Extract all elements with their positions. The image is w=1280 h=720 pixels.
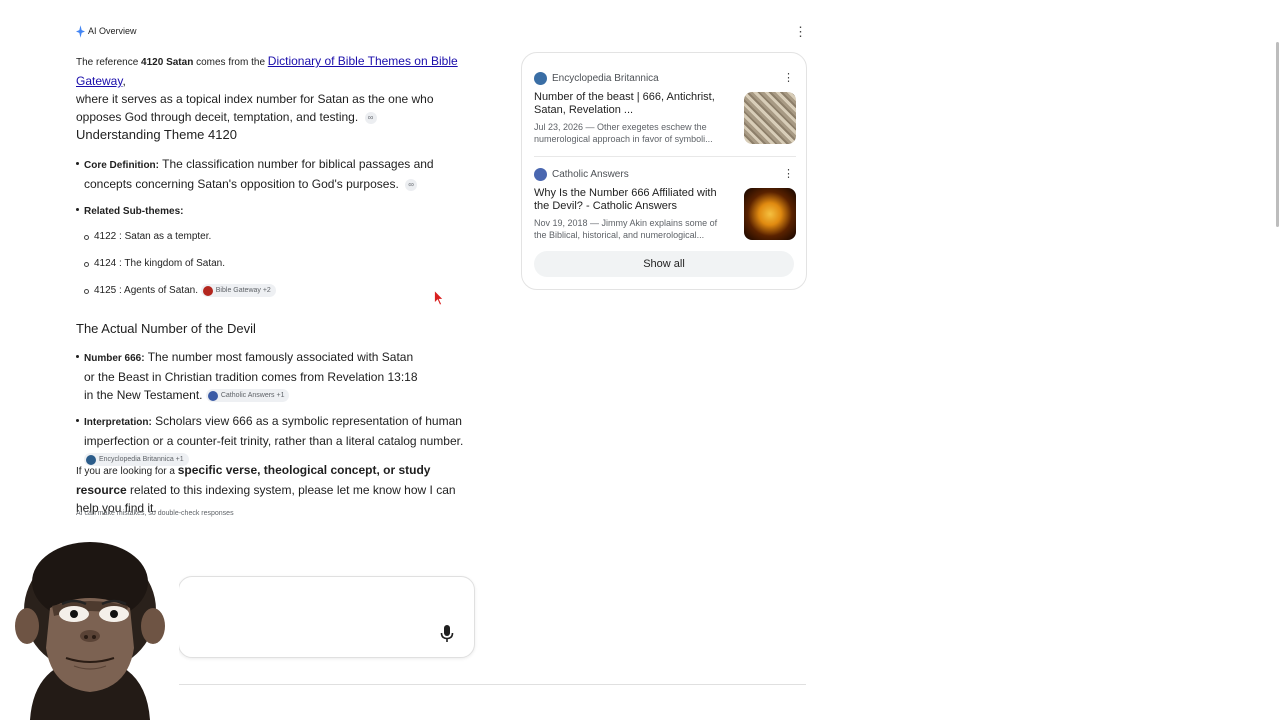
list-item: Related Sub-themes: [76,201,466,221]
source-site: Catholic Answers [552,168,629,180]
source-site: Encyclopedia Britannica [552,72,659,84]
subtheme-item: 4122 : Satan as a tempter. [84,230,211,244]
link-icon[interactable]: ∞ [364,111,377,124]
subtheme-item: 4124 : The kingdom of Satan. [84,257,225,271]
disclaimer: AI can make mistakes, so double-check re… [76,510,234,517]
source-chip-catholic-answers[interactable]: Catholic Answers +1 [205,389,290,403]
source-thumbnail [744,92,796,144]
more-vert-icon[interactable]: ⋮ [783,167,794,180]
sources-panel: Encyclopedia Britannica ⋮ Number of the … [521,52,807,290]
divider [178,684,806,685]
more-vert-icon[interactable]: ⋮ [794,24,807,40]
webcam-avatar [0,540,179,720]
list-item: Number 666: The number most famously ass… [76,348,421,404]
section-heading-theme: Understanding Theme 4120 [76,127,237,142]
source-title[interactable]: Number of the beast | 666, Antichrist, S… [534,91,734,117]
britannica-favicon [534,71,547,85]
closing-paragraph: If you are looking for a specific verse,… [76,463,456,515]
intro-paragraph: The reference 4120 Satan comes from the … [76,54,458,124]
chimp-avatar-image [15,542,165,720]
ai-overview-header: AI Overview [76,24,137,38]
section-heading-number: The Actual Number of the Devil [76,321,256,336]
show-all-button[interactable]: Show all [534,251,794,277]
source-title[interactable]: Why Is the Number 666 Affiliated with th… [534,187,734,213]
subtheme-item: 4125 : Agents of Satan. Bible Gateway +2 [84,284,276,298]
bible-gateway-favicon [202,285,213,296]
source-chip-bible-gateway[interactable]: Bible Gateway +2 [200,284,276,297]
scrollbar-thumb[interactable] [1276,42,1279,227]
mouse-cursor-icon [434,290,444,306]
source-card-catholic-answers[interactable]: Catholic Answers ⋮ Why Is the Number 666… [534,167,796,245]
more-vert-icon[interactable]: ⋮ [783,71,794,84]
source-thumbnail [744,188,796,240]
follow-up-input[interactable] [178,576,475,658]
ai-overview-label: AI Overview [88,26,137,36]
intro-text: where it serves as a topical index numbe… [76,92,434,124]
source-snippet: Jul 23, 2026 — Other exegetes eschew the… [534,122,713,144]
list-item: Interpretation: Scholars view 666 as a s… [76,412,466,468]
source-card-britannica[interactable]: Encyclopedia Britannica ⋮ Number of the … [534,71,796,149]
source-snippet: Nov 19, 2018 — Jimmy Akin explains some … [534,218,718,240]
divider [534,156,796,157]
sparkle-icon [76,24,85,38]
catholic-answers-favicon [534,167,547,181]
mic-icon[interactable] [440,625,454,643]
catholic-answers-favicon [207,390,218,401]
link-icon[interactable]: ∞ [405,178,418,191]
list-item: Core Definition: The classification numb… [76,155,466,193]
